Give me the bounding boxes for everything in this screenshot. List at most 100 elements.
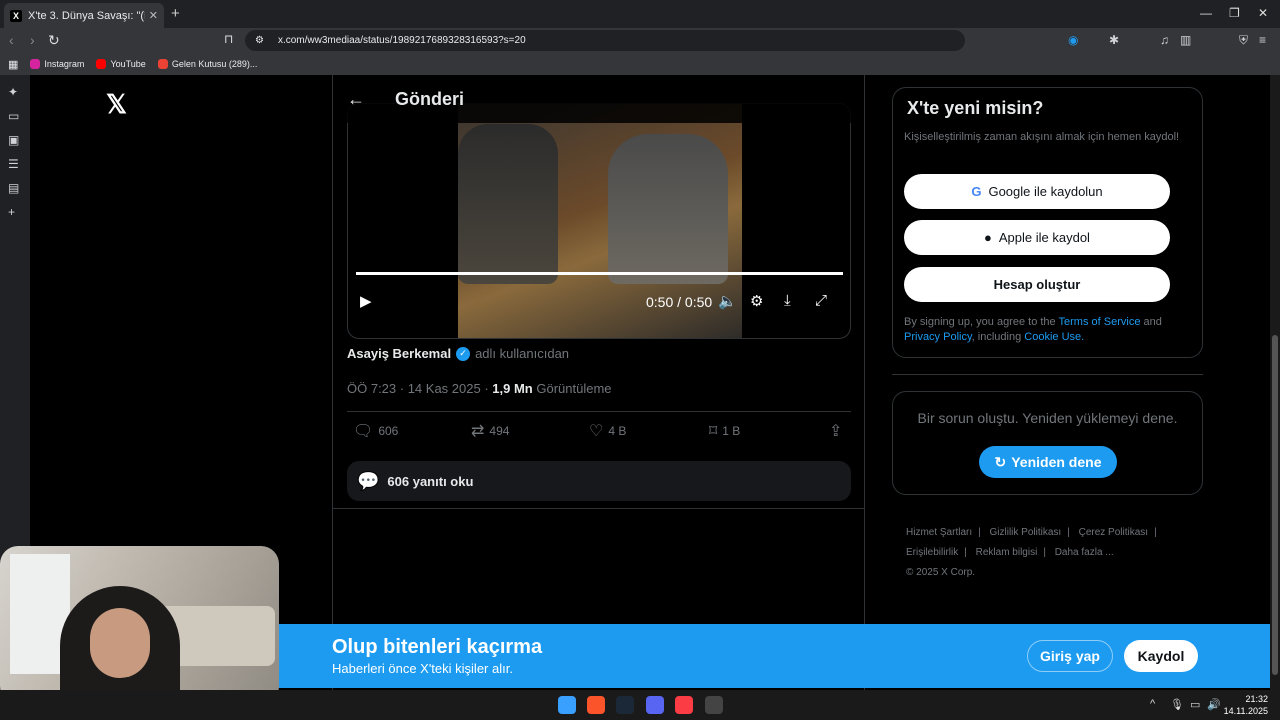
fullscreen-icon[interactable]: ⤢ bbox=[815, 292, 827, 309]
repost-button[interactable]: ⇄ 494 bbox=[471, 421, 509, 441]
close-tab-icon[interactable]: ✕ bbox=[149, 9, 158, 22]
bookmark-gmail[interactable]: Gelen Kutusu (289)... bbox=[157, 59, 257, 69]
play-icon[interactable]: ▶ bbox=[360, 292, 372, 310]
settings-icon[interactable]: ⚙ bbox=[750, 292, 763, 310]
cookie-link[interactable]: Cookie Use. bbox=[1024, 331, 1084, 343]
bookmark-page-icon[interactable]: ⊓ bbox=[224, 32, 233, 46]
apps-grid-icon[interactable]: ▦ bbox=[8, 58, 18, 71]
privacy-link[interactable]: Privacy Policy bbox=[904, 331, 972, 343]
apple-icon: ● bbox=[984, 230, 992, 245]
footer-link[interactable]: Hizmet Şartları bbox=[906, 527, 972, 538]
create-account-button[interactable]: Hesap oluştur bbox=[904, 267, 1170, 302]
login-button[interactable]: Giriş yap bbox=[1027, 640, 1113, 672]
bookmark-instagram[interactable]: Instagram bbox=[30, 59, 84, 69]
system-clock[interactable]: 21:32 14.11.2025 bbox=[1224, 693, 1268, 717]
reply-button[interactable]: 🗨 606 bbox=[353, 421, 398, 441]
post-date[interactable]: 14 Kas 2025 bbox=[408, 381, 481, 396]
terms-link[interactable]: Terms of Service bbox=[1059, 316, 1141, 328]
reload-icon[interactable]: ↻ bbox=[48, 32, 60, 49]
x-favicon-icon: X bbox=[10, 9, 22, 22]
share-button[interactable]: ⇪ bbox=[829, 421, 847, 441]
bookmark-youtube[interactable]: YouTube bbox=[96, 59, 146, 69]
app-icon[interactable] bbox=[705, 696, 723, 714]
read-replies-button[interactable]: 💬 606 yanıtı oku bbox=[347, 461, 851, 501]
bottom-banner: Olup bitenleri kaçırma Haberleri önce X'… bbox=[278, 624, 1270, 688]
divider bbox=[333, 508, 864, 509]
network-icon[interactable]: ▭ bbox=[1190, 698, 1200, 711]
signup-title: X'te yeni misin? bbox=[907, 98, 1044, 118]
maximize-icon[interactable]: ❐ bbox=[1229, 6, 1240, 20]
new-tab-icon[interactable]: + bbox=[171, 5, 180, 22]
tab-bar: X X'te 3. Dünya Savaşı: "(HASSA ✕ + — ❐ … bbox=[0, 0, 1280, 28]
video-player[interactable]: ▶ 0:50 / 0:50 🔈 ⚙ ⤓ ⤢ bbox=[347, 103, 851, 339]
like-button[interactable]: ♡ 4 B bbox=[589, 421, 626, 441]
footer-link[interactable]: Çerez Politikası bbox=[1079, 527, 1148, 538]
audio-icon[interactable]: ◉ bbox=[1068, 33, 1078, 47]
site-info-icon[interactable]: ⚙ bbox=[255, 35, 264, 46]
minimize-icon[interactable]: — bbox=[1200, 6, 1212, 20]
error-message: Bir sorun oluştu. Yeniden yüklemeyi dene… bbox=[917, 410, 1178, 426]
taskbar: ^ 🎙 ▭ 🔊 21:32 14.11.2025 bbox=[0, 690, 1280, 720]
menu-icon[interactable]: ≡ bbox=[1259, 33, 1266, 47]
add-panel-icon[interactable]: + bbox=[8, 205, 15, 219]
post-time[interactable]: ÖÖ 7:23 bbox=[347, 381, 396, 396]
divider bbox=[892, 374, 1203, 375]
speech-bubble-icon: 💬 bbox=[357, 470, 380, 491]
music-icon[interactable] bbox=[675, 696, 693, 714]
share-icon: ⇪ bbox=[829, 423, 843, 440]
google-signup-button[interactable]: G Google ile kaydolun bbox=[904, 174, 1170, 209]
bookmarks-panel-icon[interactable]: ▤ bbox=[8, 181, 19, 195]
reply-icon: 🗨 bbox=[353, 423, 374, 440]
video-icon[interactable]: ▭ bbox=[8, 109, 19, 123]
footer-link[interactable]: Erişilebilirlik bbox=[906, 547, 958, 558]
url-field[interactable]: ⚙ x.com/ww3mediaa/status/198921768932831… bbox=[245, 30, 965, 51]
footer-link[interactable]: Daha fazla ... bbox=[1055, 547, 1114, 558]
sidebar-toggle-icon[interactable]: ▥ bbox=[1180, 33, 1191, 47]
bookmark-button[interactable]: ⌑ 1 B bbox=[709, 421, 740, 441]
author-name[interactable]: Asayiş Berkemal bbox=[347, 346, 451, 361]
legal-text: By signing up, you agree to the Terms of… bbox=[904, 316, 1162, 343]
extensions-icon[interactable]: ✱ bbox=[1109, 33, 1119, 47]
tray-chevron-icon[interactable]: ^ bbox=[1150, 698, 1155, 710]
banner-subtext: Haberleri önce X'teki kişiler alır. bbox=[332, 661, 513, 676]
back-arrow-icon[interactable]: ← bbox=[347, 89, 365, 110]
shield-icon[interactable]: ⛨ bbox=[1239, 33, 1248, 48]
webcam-face bbox=[90, 608, 150, 678]
discord-icon[interactable] bbox=[646, 696, 664, 714]
video-person-seated bbox=[608, 134, 728, 284]
refresh-icon: ↻ bbox=[994, 453, 1007, 470]
copyright: © 2025 X Corp. bbox=[906, 567, 976, 578]
window-close-icon[interactable]: ✕ bbox=[1258, 6, 1268, 20]
right-column: X'te yeni misin? Kişiselleştirilmiş zama… bbox=[892, 87, 1203, 578]
retry-button[interactable]: ↻ Yeniden dene bbox=[979, 446, 1117, 478]
scrollbar-thumb[interactable] bbox=[1272, 335, 1278, 675]
back-nav-icon[interactable]: ‹ bbox=[9, 32, 14, 48]
page-scrollbar[interactable] bbox=[1270, 75, 1280, 690]
leo-icon[interactable]: ✦ bbox=[8, 85, 18, 99]
footer-link[interactable]: Gizlilik Politikası bbox=[990, 527, 1062, 538]
mic-icon[interactable]: 🎙 bbox=[1170, 698, 1184, 711]
tab-title: X'te 3. Dünya Savaşı: "(HASSA bbox=[28, 9, 145, 22]
youtube-icon bbox=[96, 59, 107, 69]
main-column: ← Gönderi ▶ 0:50 / 0:50 🔈 ⚙ ⤓ ⤢ Asayiş B… bbox=[332, 75, 865, 690]
author-line: Asayiş Berkemal ✓ adlı kullanıcıdan bbox=[347, 346, 569, 361]
apple-signup-button[interactable]: ● Apple ile kaydol bbox=[904, 220, 1170, 255]
signup-button[interactable]: Kaydol bbox=[1124, 640, 1198, 672]
wallet-icon[interactable]: ▣ bbox=[8, 133, 19, 147]
pip-icon[interactable]: ⤓ bbox=[784, 292, 791, 309]
banner-heading: Olup bitenleri kaçırma bbox=[332, 636, 543, 658]
media-icon[interactable]: ♫ bbox=[1160, 33, 1169, 47]
x-logo-icon[interactable]: 𝕏 bbox=[106, 89, 127, 120]
footer-links: Hizmet Şartları | Gizlilik Politikası | Çe… bbox=[906, 527, 1157, 578]
footer-link[interactable]: Reklam bilgisi bbox=[976, 547, 1038, 558]
browser-tab[interactable]: X X'te 3. Dünya Savaşı: "(HASSA ✕ bbox=[4, 3, 164, 28]
video-progress-bar[interactable] bbox=[356, 272, 843, 275]
reading-list-icon[interactable]: ☰ bbox=[8, 157, 19, 171]
brave-icon[interactable] bbox=[587, 696, 605, 714]
volume-icon[interactable]: 🔈 bbox=[718, 292, 737, 310]
windows-start-icon[interactable] bbox=[558, 696, 576, 714]
speaker-icon[interactable]: 🔊 bbox=[1207, 698, 1221, 711]
repost-icon: ⇄ bbox=[471, 423, 485, 440]
forward-nav-icon[interactable]: › bbox=[30, 32, 35, 48]
steam-icon[interactable] bbox=[616, 696, 634, 714]
